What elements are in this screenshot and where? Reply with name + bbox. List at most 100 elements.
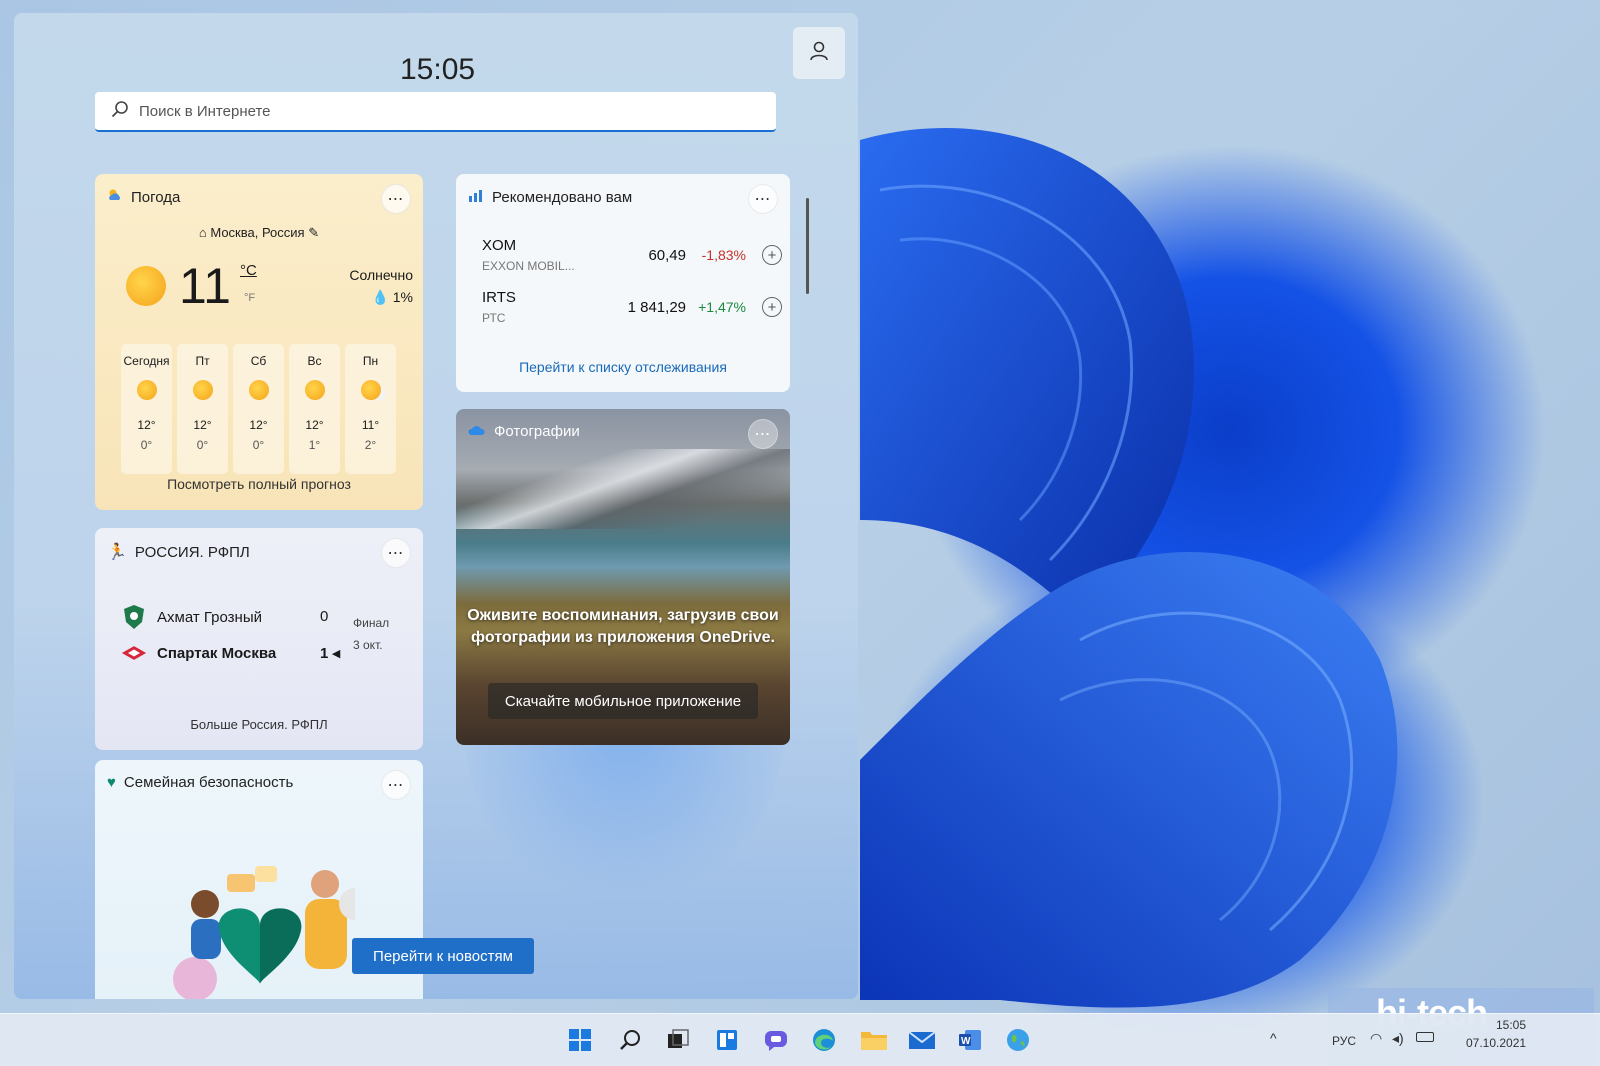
search-icon	[620, 1030, 640, 1050]
stocks-widget[interactable]: Рекомендовано вам ⋯ XOM EXXON MOBIL... 6…	[456, 174, 790, 392]
add-to-watchlist-icon[interactable]: +	[762, 245, 782, 265]
day-high: 12°	[137, 418, 156, 432]
wifi-icon[interactable]: ◠	[1370, 1030, 1382, 1047]
user-icon	[808, 40, 830, 66]
windows-logo-icon	[569, 1029, 591, 1051]
widgets-button[interactable]	[711, 1024, 743, 1056]
forecast-day[interactable]: Сегодня 12° 0°	[121, 344, 172, 474]
more-league-link[interactable]: Больше Россия. РФПЛ	[95, 717, 423, 732]
unit-fahrenheit-toggle[interactable]: °F	[244, 292, 255, 304]
family-more-button[interactable]: ⋯	[381, 770, 411, 800]
stocks-more-button[interactable]: ⋯	[748, 184, 778, 214]
search-input[interactable]	[139, 102, 739, 120]
maps-button[interactable]	[1002, 1024, 1034, 1056]
chat-button[interactable]	[760, 1024, 792, 1056]
winner-arrow-icon: ◂	[332, 645, 341, 662]
precip-value: 1%	[392, 289, 413, 305]
day-low: 1°	[308, 438, 321, 452]
stock-row[interactable]: IRTS РТС 1 841,29 +1,47% +	[482, 289, 782, 329]
akhmat-crest-icon	[121, 604, 147, 630]
day-low: 2°	[364, 438, 377, 452]
stock-price: 60,49	[648, 247, 686, 264]
task-view-icon	[668, 1029, 689, 1048]
start-button[interactable]	[564, 1024, 596, 1056]
weather-app-icon	[107, 188, 123, 206]
team-name: Спартак Москва	[157, 644, 277, 662]
stock-price: 1 841,29	[627, 299, 686, 316]
stocks-chart-icon	[468, 188, 484, 206]
edge-button[interactable]	[808, 1024, 840, 1056]
sun-icon	[126, 266, 166, 306]
stocks-title: Рекомендовано вам	[492, 188, 633, 206]
panel-scrollbar[interactable]	[806, 198, 809, 294]
edit-location-icon[interactable]: ✎	[308, 225, 319, 240]
photos-widget[interactable]: Фотографии ⋯ Оживите воспоминания, загру…	[456, 409, 790, 745]
word-button[interactable]: W	[954, 1024, 986, 1056]
task-view-button[interactable]	[662, 1024, 694, 1056]
day-label: Сегодня	[123, 354, 170, 368]
day-low: 0°	[140, 438, 153, 452]
mail-icon	[908, 1031, 936, 1049]
stock-ticker: IRTS	[482, 289, 516, 306]
stock-row[interactable]: XOM EXXON MOBIL... 60,49 -1,83% +	[482, 237, 782, 277]
folder-icon	[861, 1032, 887, 1050]
condition-text: Солнечно	[349, 267, 413, 283]
battery-icon[interactable]	[1416, 1032, 1434, 1042]
sun-icon	[192, 380, 213, 400]
forecast-days: Сегодня 12° 0° Пт 12° 0° Сб 12° 0° Вс 12…	[121, 344, 396, 474]
day-low: 0°	[196, 438, 209, 452]
day-label: Вс	[307, 354, 322, 368]
show-hidden-icons-button[interactable]: ^	[1270, 1030, 1277, 1046]
location-label: Москва, Россия	[210, 225, 305, 240]
score-value: 1	[320, 645, 329, 662]
taskbar-search-button[interactable]	[614, 1024, 646, 1056]
photos-header: Фотографии	[468, 423, 580, 440]
add-to-watchlist-icon[interactable]: +	[762, 297, 782, 317]
taskbar: W ^ РУС ◠ ◂) 15:05 07.10.2021	[0, 1013, 1600, 1066]
widgets-panel: 15:05 Погода ⋯ ⌂ Москва, Россия ✎ 11 °C	[14, 13, 858, 999]
mail-button[interactable]	[906, 1024, 938, 1056]
weather-location[interactable]: ⌂ Москва, Россия ✎	[95, 225, 423, 241]
stocks-header: Рекомендовано вам	[468, 188, 632, 206]
sun-icon	[136, 380, 157, 400]
search-icon	[111, 100, 129, 122]
stock-name: EXXON MOBIL...	[482, 259, 575, 273]
forecast-day[interactable]: Вс 12° 1°	[289, 344, 340, 474]
word-icon: W	[959, 1030, 981, 1050]
forecast-day[interactable]: Сб 12° 0°	[233, 344, 284, 474]
account-button[interactable]	[793, 27, 845, 79]
web-search-box[interactable]	[95, 92, 776, 132]
spartak-crest-icon	[121, 640, 147, 666]
tray-time[interactable]: 15:05	[1496, 1018, 1526, 1032]
stock-name: РТС	[482, 311, 506, 325]
current-weather: 11 °C °F Солнечно 💧 1%	[123, 258, 413, 318]
volume-icon[interactable]: ◂)	[1392, 1030, 1404, 1047]
weather-more-button[interactable]: ⋯	[381, 184, 411, 214]
forecast-day[interactable]: Пт 12° 0°	[177, 344, 228, 474]
sports-header: 🏃 РОССИЯ. РФПЛ	[107, 542, 250, 562]
sports-title: РОССИЯ. РФПЛ	[134, 543, 250, 561]
photos-title: Фотографии	[494, 423, 580, 440]
match-date: 3 окт.	[353, 638, 383, 652]
photos-more-button[interactable]: ⋯	[748, 419, 778, 449]
file-explorer-button[interactable]	[858, 1024, 890, 1056]
tray-date[interactable]: 07.10.2021	[1466, 1036, 1526, 1050]
forecast-day[interactable]: Пн 11° 2°	[345, 344, 396, 474]
full-forecast-link[interactable]: Посмотреть полный прогноз	[95, 476, 423, 492]
heart-icon: ♥	[107, 774, 116, 791]
weather-widget[interactable]: Погода ⋯ ⌂ Москва, Россия ✎ 11 °C °F Сол…	[95, 174, 423, 510]
home-icon: ⌂	[198, 225, 207, 240]
sports-widget[interactable]: 🏃 РОССИЯ. РФПЛ ⋯ Ахмат Грозный 0 Спартак…	[95, 528, 423, 750]
download-app-button[interactable]: Скачайте мобильное приложение	[488, 683, 758, 719]
go-to-news-button[interactable]: Перейти к новостям	[352, 938, 534, 974]
team-row-home[interactable]: Ахмат Грозный	[121, 604, 262, 630]
input-language[interactable]: РУС	[1332, 1034, 1356, 1048]
day-high: 12°	[193, 418, 212, 432]
sports-more-button[interactable]: ⋯	[381, 538, 411, 568]
team-score: 1 ◂	[320, 644, 340, 662]
team-score: 0	[320, 608, 329, 625]
day-high: 12°	[249, 418, 268, 432]
unit-celsius-toggle[interactable]: °C	[240, 262, 257, 279]
team-row-away[interactable]: Спартак Москва	[121, 640, 276, 666]
watchlist-link[interactable]: Перейти к списку отслеживания	[456, 359, 790, 375]
